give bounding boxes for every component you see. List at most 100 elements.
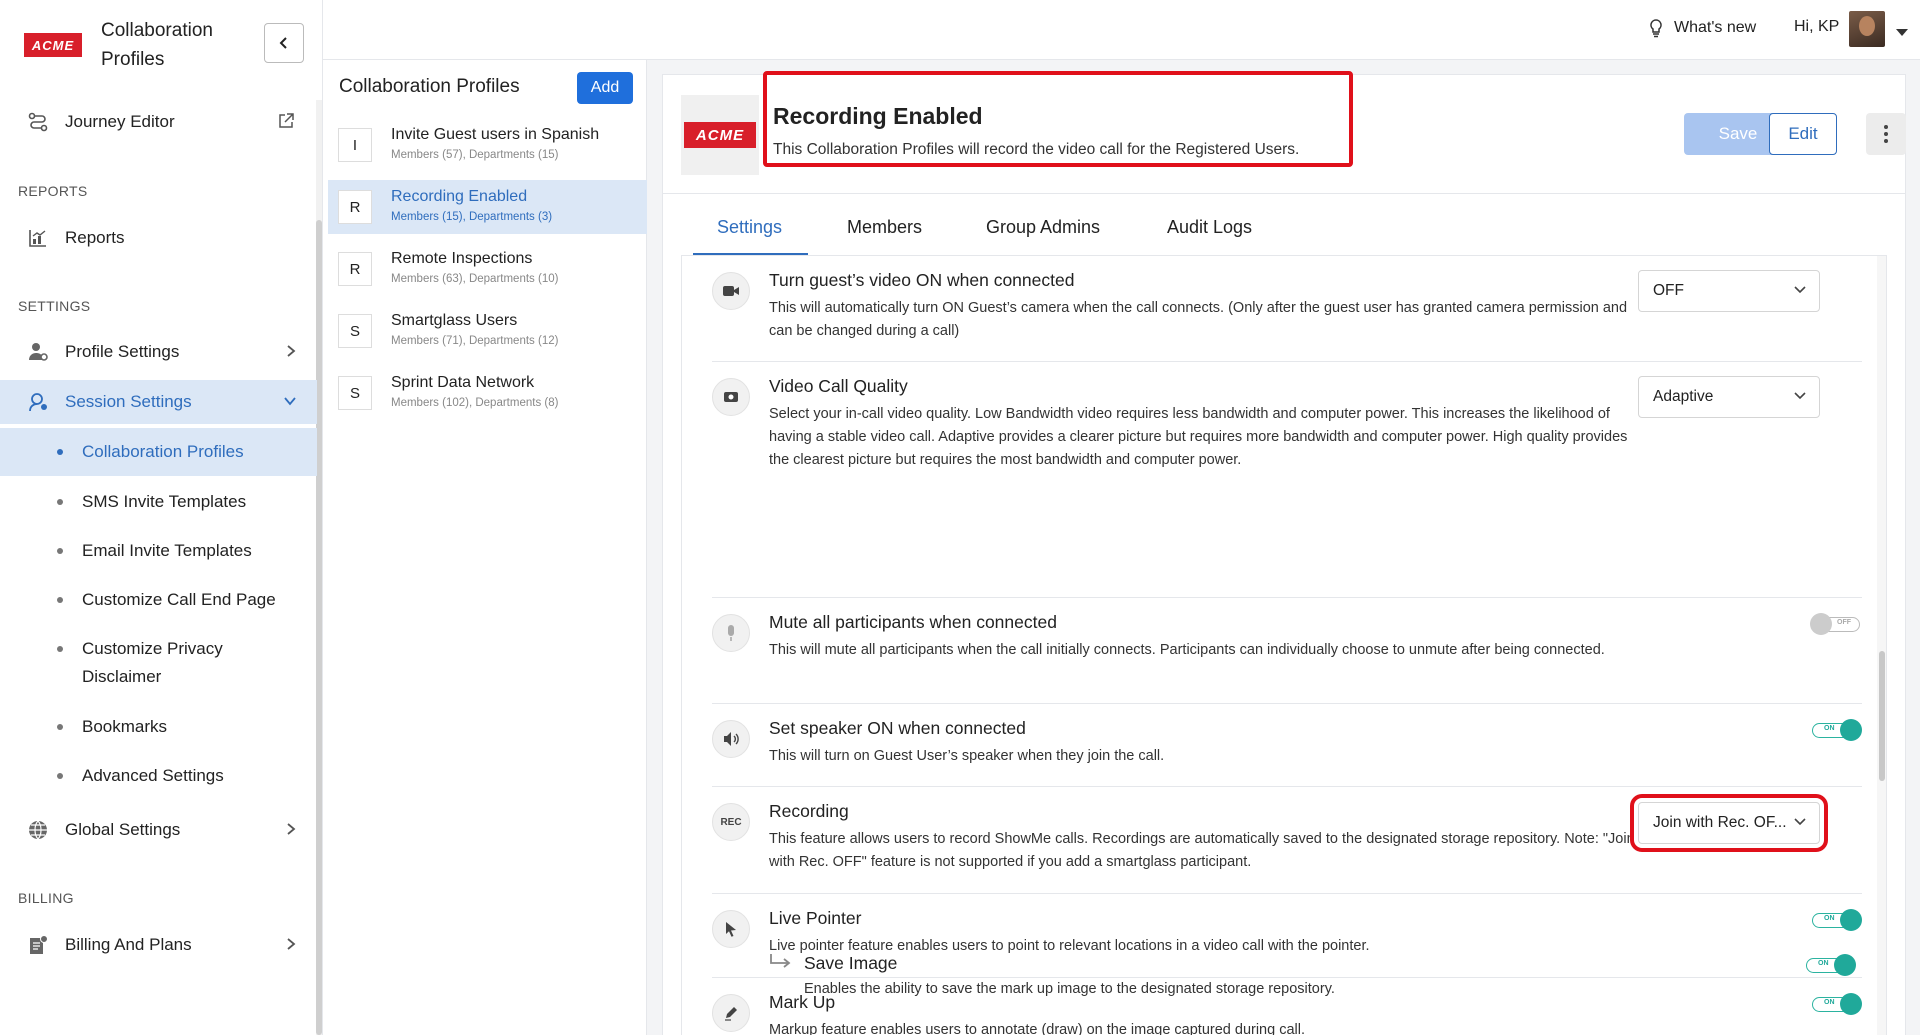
settings-list: Turn guest’s video ON when connected Thi… — [681, 255, 1887, 1035]
user-greeting: Hi, KP — [1794, 18, 1840, 35]
subnav-label: Customize Call End Page — [82, 590, 276, 609]
caret-down-icon[interactable] — [1896, 24, 1908, 42]
route-icon — [26, 110, 50, 134]
profile-name: Remote Inspections — [391, 250, 533, 267]
chevron-down-icon — [1794, 818, 1806, 826]
subnav-label: Collaboration Profiles — [82, 442, 244, 461]
chart-icon — [26, 226, 50, 250]
profile-list-item[interactable]: R Remote Inspections Members (63), Depar… — [328, 242, 647, 296]
nav-global-settings[interactable]: Global Settings — [0, 816, 317, 844]
subnav-sms-invite-templates[interactable]: SMS Invite Templates — [0, 488, 317, 516]
select-value: Adaptive — [1653, 388, 1714, 405]
chevron-right-icon — [285, 937, 297, 954]
subnav-advanced-settings[interactable]: Advanced Settings — [0, 762, 317, 790]
recording-mode-select[interactable]: Join with Rec. OF... — [1630, 794, 1828, 852]
user-gear-icon — [26, 340, 50, 364]
bullet-icon — [57, 499, 63, 505]
nav-global-settings-label: Global Settings — [65, 820, 181, 839]
lightbulb-icon — [1650, 19, 1662, 38]
bullet-icon — [57, 646, 63, 652]
profile-detail-panel: ACME Recording Enabled This Collaboratio… — [662, 71, 1906, 1035]
profile-list-item[interactable]: S Sprint Data Network Members (102), Dep… — [328, 366, 647, 420]
toggle-knob — [1834, 954, 1856, 976]
nav-billing-and-plans[interactable]: Billing And Plans — [0, 931, 317, 959]
save-image-toggle[interactable]: ON — [1804, 954, 1856, 976]
profile-initial-badge: S — [338, 314, 372, 348]
header-divider — [663, 193, 1905, 194]
nav-session-settings[interactable]: Session Settings — [0, 380, 317, 424]
speaker-on-toggle[interactable]: ON — [1810, 719, 1862, 741]
microphone-icon — [712, 614, 750, 652]
billing-section-label: BILLING — [18, 890, 74, 906]
subnav-customize-privacy-disclaimer[interactable]: Customize Privacy Disclaimer — [0, 635, 317, 691]
setting-description: Select your in-call video quality. Low B… — [769, 406, 1628, 468]
nav-profile-settings-label: Profile Settings — [65, 342, 180, 361]
profile-title: Recording Enabled — [773, 103, 983, 129]
settings-scrollbar[interactable] — [1877, 256, 1886, 1035]
collapse-sidebar-button[interactable] — [264, 23, 304, 63]
session-gear-icon — [26, 390, 50, 414]
globe-icon — [26, 818, 50, 842]
live-pointer-toggle[interactable]: ON — [1810, 909, 1862, 931]
profile-name: Sprint Data Network — [391, 374, 535, 391]
chevron-down-icon — [283, 394, 297, 410]
speaker-icon — [712, 720, 750, 758]
add-profile-button[interactable]: Add — [577, 72, 633, 104]
setting-description: Enables the ability to save the mark up … — [804, 981, 1335, 997]
settings-scrollbar-thumb[interactable] — [1879, 651, 1885, 781]
chevron-down-icon — [1794, 286, 1806, 294]
edit-button[interactable]: Edit — [1769, 113, 1837, 155]
pointer-icon — [712, 910, 750, 948]
billing-icon — [26, 933, 50, 957]
rec-icon: REC — [712, 803, 750, 841]
dot-icon — [1884, 139, 1888, 143]
hd-camera-icon — [712, 378, 750, 416]
profile-meta: Members (102), Departments (8) — [391, 397, 559, 409]
mute-all-toggle[interactable]: OFF — [1810, 613, 1862, 635]
subnav-label: Bookmarks — [82, 717, 168, 736]
chevron-right-icon — [285, 344, 297, 361]
tab-audit-logs[interactable]: Audit Logs — [1167, 217, 1252, 238]
chevron-down-icon — [1794, 392, 1806, 400]
subnav-customize-call-end-page[interactable]: Customize Call End Page — [0, 586, 317, 614]
nav-journey-editor[interactable]: Journey Editor — [0, 108, 317, 136]
profile-list-item[interactable]: I Invite Guest users in Spanish Members … — [328, 118, 647, 172]
video-quality-select[interactable]: Adaptive — [1638, 376, 1820, 418]
profile-list-item-selected[interactable]: R Recording Enabled Members (15), Depart… — [328, 180, 647, 234]
nav-session-settings-label: Session Settings — [65, 392, 192, 411]
subnav-label: Advanced Settings — [82, 766, 224, 785]
tab-members[interactable]: Members — [847, 217, 922, 238]
avatar[interactable] — [1849, 11, 1885, 47]
guest-video-select[interactable]: OFF — [1638, 270, 1820, 312]
profile-initial-badge: S — [338, 376, 372, 410]
subnav-collaboration-profiles[interactable]: Collaboration Profiles — [0, 428, 317, 476]
profile-initial-badge: R — [338, 190, 372, 224]
profile-initial-badge: I — [338, 128, 372, 162]
setting-description: This will automatically turn ON Guest’s … — [769, 300, 1628, 339]
tab-settings[interactable]: Settings — [717, 217, 782, 238]
more-options-button[interactable] — [1866, 113, 1906, 155]
setting-divider — [712, 597, 1862, 598]
tab-group-admins[interactable]: Group Admins — [986, 217, 1100, 238]
profile-list-item[interactable]: S Smartglass Users Members (71), Departm… — [328, 304, 647, 358]
select-value: Join with Rec. OF... — [1653, 814, 1787, 831]
setting-title: Set speaker ON when connected — [769, 718, 1026, 738]
toggle-knob — [1840, 719, 1862, 741]
acme-logo: ACME — [24, 33, 82, 57]
nav-profile-settings[interactable]: Profile Settings — [0, 338, 317, 366]
profile-meta: Members (57), Departments (15) — [391, 149, 559, 161]
toggle-knob — [1840, 909, 1862, 931]
toggle-state: ON — [1824, 725, 1835, 732]
subnav-bookmarks[interactable]: Bookmarks — [0, 713, 317, 741]
subnav-email-invite-templates[interactable]: Email Invite Templates — [0, 537, 317, 565]
setting-description: This will mute all participants when the… — [769, 642, 1605, 658]
sub-setting-arrow-icon — [770, 954, 791, 968]
profile-meta: Members (63), Departments (10) — [391, 273, 559, 285]
profiles-list-panel: Collaboration Profiles Add I Invite Gues… — [323, 60, 647, 1035]
video-camera-icon — [712, 272, 750, 310]
bullet-icon — [57, 449, 63, 455]
bullet-icon — [57, 773, 63, 779]
nav-reports[interactable]: Reports — [0, 224, 317, 252]
profile-initial-badge: R — [338, 252, 372, 286]
whats-new-link[interactable]: What's new — [1648, 18, 1756, 38]
